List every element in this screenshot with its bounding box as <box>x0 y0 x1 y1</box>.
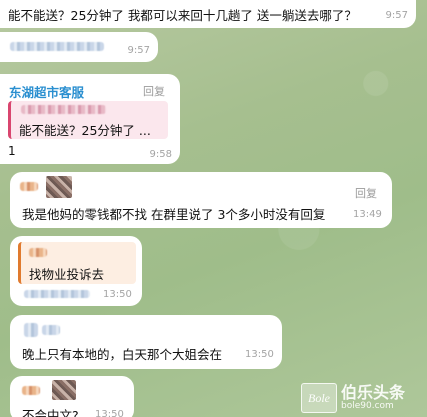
message-time: 13:50 <box>245 349 274 360</box>
watermark-url: bole90.com <box>341 400 394 411</box>
message-bubble[interactable]: 9:57 <box>0 32 158 62</box>
message-text: 不会中文? <box>22 408 79 417</box>
message-text: 1 <box>8 144 16 158</box>
message-bubble[interactable]: 晚上只有本地的，白天那个大姐会在 13:50 <box>10 315 282 369</box>
message-text: 能不能送？25分钟了 我都可以来回十几趟了 送一躺送去哪了？ <box>8 8 357 23</box>
quoted-message[interactable]: 找物业投诉去 <box>18 242 136 284</box>
message-bubble[interactable]: 能不能送？25分钟了 我都可以来回十几趟了 送一躺送去哪了？ 9:57 <box>0 0 416 28</box>
sender-name[interactable]: 东湖超市客服 <box>9 82 84 101</box>
message-text: 晚上只有本地的，白天那个大姐会在 <box>22 347 223 362</box>
watermark-logo: Bole <box>301 383 337 413</box>
redacted-avatar <box>52 380 76 400</box>
redacted-sender-name <box>20 182 38 191</box>
message-time: 9:57 <box>127 45 150 56</box>
redacted-text <box>24 290 90 298</box>
watermark-title: 伯乐头条 <box>341 382 406 402</box>
reply-button[interactable]: 回复 <box>143 83 165 99</box>
message-bubble[interactable]: 找物业投诉去 13:50 <box>10 236 142 306</box>
message-time: 13:49 <box>353 209 382 220</box>
message-bubble[interactable]: 回复 我是他妈的零钱都不找 在群里说了 3个多小时没有回复 13:49 <box>10 172 392 228</box>
message-text: 我是他妈的零钱都不找 在群里说了 3个多小时没有回复 <box>22 207 326 222</box>
message-time: 13:50 <box>103 289 132 300</box>
quote-text: 能不能送？25分钟了 ... <box>19 123 151 138</box>
quote-text: 找物业投诉去 <box>29 267 105 282</box>
message-time: 9:57 <box>385 10 408 21</box>
redacted-sender-name <box>42 325 60 335</box>
redacted-sender-name <box>24 323 38 337</box>
message-time: 9:58 <box>149 149 172 160</box>
message-bubble[interactable]: 东湖超市客服 回复 能不能送？25分钟了 ... 1 9:58 <box>0 74 180 164</box>
quoted-message[interactable]: 能不能送？25分钟了 ... <box>8 101 168 139</box>
redacted-text <box>10 42 104 51</box>
message-bubble[interactable]: 不会中文? 13:50 <box>10 376 134 417</box>
redacted-sender-name <box>22 386 40 395</box>
reply-button[interactable]: 回复 <box>355 185 377 201</box>
redacted-quote-sender <box>29 248 47 257</box>
site-watermark: Bole 伯乐头条 bole90.com <box>297 379 427 417</box>
redacted-quote-sender <box>21 105 106 114</box>
message-time: 13:50 <box>95 409 124 417</box>
redacted-avatar <box>46 176 72 198</box>
